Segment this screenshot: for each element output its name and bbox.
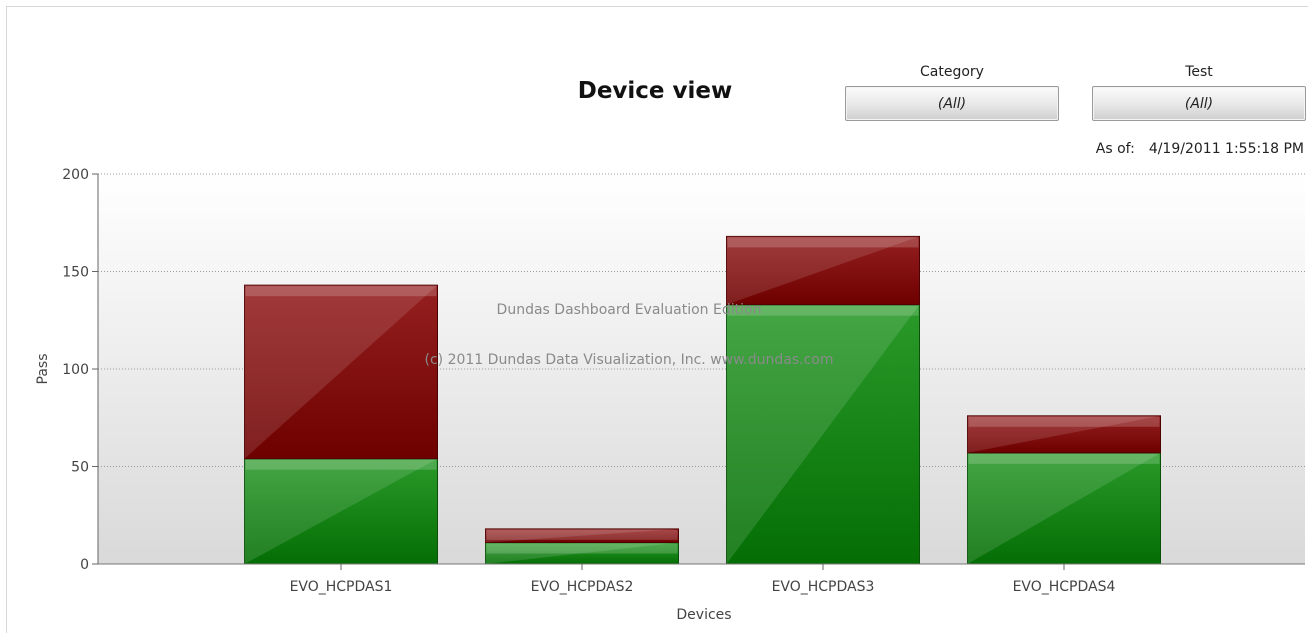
chart-title: Device view	[577, 78, 733, 104]
y-tick-label: 50	[71, 460, 89, 476]
category-filter-select[interactable]: (All)	[845, 86, 1059, 121]
bar-highlight	[727, 237, 919, 248]
y-tick-label: 150	[62, 265, 89, 281]
bar-highlight	[486, 529, 678, 540]
as-of-label: As of:	[1095, 141, 1135, 157]
watermark-line-2: (c) 2011 Dundas Data Visualization, Inc.…	[425, 352, 834, 368]
bar-highlight	[486, 543, 678, 554]
y-tick-label: 200	[62, 167, 89, 183]
watermark-line-1: Dundas Dashboard Evaluation Edition	[497, 302, 762, 318]
bar-highlight	[968, 416, 1160, 427]
x-tick-label: EVO_HCPDAS3	[772, 579, 875, 595]
pass-bar	[244, 458, 438, 565]
fail-bar	[244, 284, 438, 460]
x-tick-label: EVO_HCPDAS4	[1013, 579, 1116, 595]
pass-bar	[485, 542, 679, 565]
x-axis-label: Devices	[676, 607, 731, 623]
fail-bar	[485, 528, 679, 544]
bar-highlight	[245, 459, 437, 470]
x-tick-label: EVO_HCPDAS1	[290, 579, 393, 595]
x-tick-label: EVO_HCPDAS2	[531, 579, 634, 595]
fail-bar	[726, 235, 920, 306]
bar-highlight	[968, 453, 1160, 464]
as-of-value: 4/19/2011 1:55:18 PM	[1148, 141, 1304, 157]
y-axis: 0 50 100 150 200	[62, 167, 99, 573]
test-filter-select[interactable]: (All)	[1092, 86, 1306, 121]
bar-highlight	[245, 286, 437, 297]
test-filter-value: (All)	[1184, 95, 1214, 112]
fail-bar	[967, 415, 1161, 454]
test-filter-label: Test	[1185, 64, 1213, 80]
pass-bar	[726, 304, 920, 565]
x-axis: EVO_HCPDAS1 EVO_HCPDAS2 EVO_HCPDAS3 EVO_HCP…	[98, 563, 1305, 595]
category-filter-label: Category	[920, 64, 984, 80]
y-tick-label: 100	[62, 362, 89, 378]
as-of-timestamp: As of: 4/19/2011 1:55:18 PM	[1096, 141, 1304, 157]
pass-bar	[967, 452, 1161, 565]
category-filter-value: (All)	[937, 95, 967, 112]
y-axis-label: Pass	[35, 354, 51, 385]
y-tick-label: 0	[80, 557, 89, 573]
